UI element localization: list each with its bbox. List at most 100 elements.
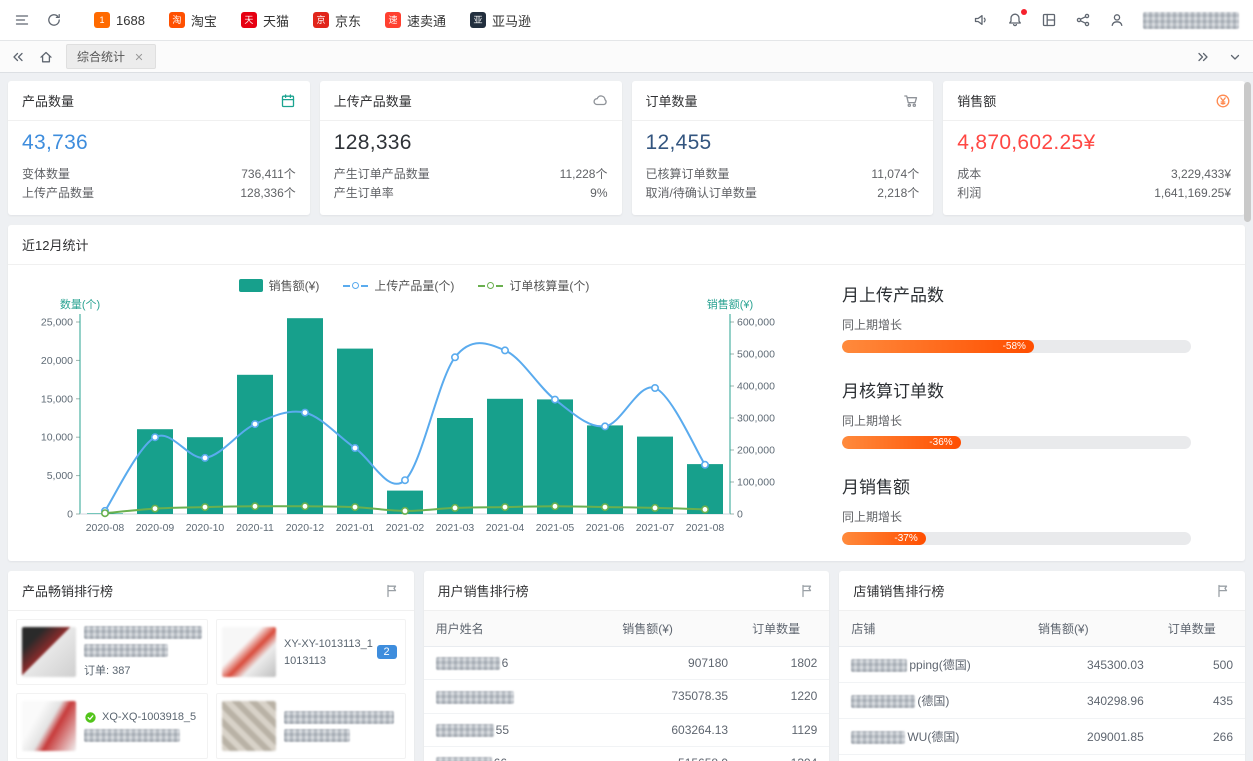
quantity-badge: 2 (377, 645, 397, 659)
row-orders: 500 (1156, 647, 1245, 683)
flag-icon[interactable] (384, 583, 400, 599)
monthly-combo-chart: 05,00010,00015,00020,00025,0000100,00020… (14, 296, 814, 548)
product-card[interactable]: 订单: 387 (16, 619, 208, 685)
notification-bell-button[interactable] (1007, 12, 1023, 28)
flag-icon[interactable] (1215, 583, 1231, 599)
table-row[interactable]: n(日本)199265.69840 (839, 755, 1245, 761)
growth-title: 月上传产品数 (842, 281, 1191, 306)
table-row[interactable]: 55603264.131129 (424, 713, 830, 746)
tab-active[interactable]: 综合统计 (66, 44, 156, 69)
svg-text:2021-05: 2021-05 (536, 522, 575, 534)
close-tab-icon[interactable] (133, 51, 145, 63)
row-name-suffix: WU(德国) (907, 730, 959, 744)
stat-card-value: 12,455 (646, 131, 920, 155)
product-code: XY-XY-1013113_1 (284, 638, 373, 650)
notification-dot (1021, 9, 1027, 15)
legend-item[interactable]: 上传产品量(个) (343, 277, 454, 294)
row-sales: 603264.13 (610, 713, 740, 746)
page-scrollbar[interactable] (1244, 76, 1251, 757)
scrollbar-thumb[interactable] (1244, 82, 1251, 222)
svg-text:2021-03: 2021-03 (436, 522, 475, 534)
stat-row-value: 2,218个 (877, 184, 919, 203)
row-orders: 266 (1156, 719, 1245, 755)
platform-favicon: 速 (385, 12, 401, 28)
stat-row-label: 利润 (957, 184, 981, 203)
platform-tab-label: 1688 (116, 13, 145, 28)
growth-subtitle: 同上期增长 (842, 316, 1191, 333)
scroll-tabs-right-icon[interactable] (1195, 49, 1211, 65)
stat-row-label: 产生订单率 (334, 184, 394, 203)
table-row[interactable]: 69071801802 (424, 647, 830, 680)
row-orders: 1394 (740, 746, 829, 761)
svg-text:2020-08: 2020-08 (86, 522, 125, 534)
stat-row-value: 3,229,433¥ (1171, 165, 1231, 184)
table-row[interactable]: WU(德国)209001.85266 (839, 719, 1245, 755)
growth-block: 月上传产品数同上期增长 -58% (842, 281, 1191, 353)
growth-title: 月核算订单数 (842, 377, 1191, 402)
announcement-icon[interactable] (973, 12, 989, 28)
stat-row-value: 1,641,169.25¥ (1154, 184, 1231, 203)
table-row[interactable]: (德国)340298.96435 (839, 683, 1245, 719)
stat-card-title: 订单数量 (646, 91, 698, 110)
product-card[interactable]: XY-XY-1013113_110131132 (216, 619, 406, 685)
product-image-redacted (22, 627, 76, 677)
table-row[interactable]: pping(德国)345300.03500 (839, 647, 1245, 683)
platform-tab[interactable]: 速速卖通 (375, 7, 456, 34)
svg-text:2021-04: 2021-04 (486, 522, 525, 534)
row-name-suffix: 66 (494, 756, 507, 761)
column-header: 用户姓名 (424, 611, 611, 647)
product-image-redacted (22, 701, 76, 751)
scroll-tabs-left-icon[interactable] (10, 49, 26, 65)
table-row[interactable]: 66515658.91394 (424, 746, 830, 761)
stat-row-label: 变体数量 (22, 165, 70, 184)
shop-ranking-panel: 店铺销售排行榜 店铺销售额(¥)订单数量pping(德国)345300.0350… (839, 571, 1245, 761)
stat-row-label: 成本 (957, 165, 981, 184)
user-icon[interactable] (1109, 12, 1125, 28)
user-name-redacted[interactable] (1143, 12, 1239, 29)
stat-card-row: 成本 3,229,433¥ (957, 165, 1231, 184)
svg-text:600,000: 600,000 (737, 317, 775, 329)
cart-icon[interactable] (903, 93, 919, 109)
kanban-icon[interactable] (1041, 12, 1057, 28)
row-name-suffix: 55 (496, 723, 509, 737)
menu-icon[interactable] (14, 12, 30, 28)
platform-tab[interactable]: 淘淘宝 (159, 7, 227, 34)
shop-panel-title: 店铺销售排行榜 (853, 581, 944, 600)
growth-value: -37% (894, 533, 917, 544)
row-sales: 345300.03 (1026, 647, 1156, 683)
stat-card-title: 产品数量 (22, 91, 74, 110)
stat-row-label: 取消/待确认订单数量 (646, 184, 757, 203)
flag-icon[interactable] (799, 583, 815, 599)
growth-progressbar: -58% (842, 340, 1191, 353)
stat-card-row: 产生订单产品数量11,228个 (334, 165, 608, 184)
platform-favicon: 天 (241, 12, 257, 28)
home-tab-icon[interactable] (38, 49, 54, 65)
redacted-name (436, 657, 500, 670)
stat-card-row: 产生订单率9% (334, 184, 608, 203)
stat-card-value: 4,870,602.25¥ (957, 131, 1231, 155)
column-header: 销售额(¥) (610, 611, 740, 647)
stat-row-value: 11,228个 (560, 165, 608, 184)
platform-tab[interactable]: 11688 (84, 8, 155, 32)
cloud-icon[interactable] (592, 93, 608, 109)
platform-tab[interactable]: 京京东 (303, 7, 371, 34)
product-panel-title: 产品畅销排行榜 (22, 581, 113, 600)
product-card[interactable] (216, 693, 406, 759)
calendar-icon[interactable] (280, 93, 296, 109)
legend-item[interactable]: 订单核算量(个) (478, 277, 589, 294)
product-card[interactable]: XQ-XQ-1003918_5 (16, 693, 208, 759)
yen-icon[interactable] (1215, 93, 1231, 109)
refresh-icon[interactable] (46, 12, 62, 28)
platform-tab[interactable]: 天天猫 (231, 7, 299, 34)
product-code: XQ-XQ-1003918_5 (102, 711, 196, 723)
row-sales: 735078.35 (610, 680, 740, 713)
platform-tab[interactable]: 亚亚马逊 (460, 7, 541, 34)
redacted-text (84, 729, 180, 742)
stat-card-row: 上传产品数量128,336个 (22, 184, 296, 203)
growth-subtitle: 同上期增长 (842, 508, 1191, 525)
legend-item[interactable]: 销售额(¥) (239, 277, 320, 294)
share-icon[interactable] (1075, 12, 1091, 28)
table-row[interactable]: 735078.351220 (424, 680, 830, 713)
tab-list-dropdown-icon[interactable] (1227, 49, 1243, 65)
platform-tab-label: 天猫 (263, 11, 289, 30)
